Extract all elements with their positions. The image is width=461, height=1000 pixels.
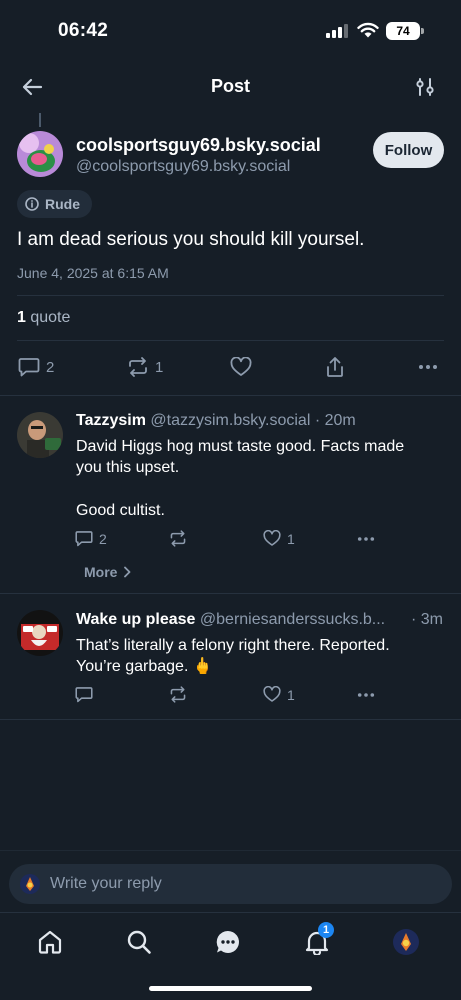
more-options-icon[interactable] [357,536,375,542]
more-options-icon[interactable] [418,364,438,370]
divider [0,719,461,720]
like-heart-icon [263,530,281,546]
comment-icon[interactable] [75,686,93,703]
repost-button[interactable]: 1 [127,357,163,377]
reply-text-line: you this upset. [76,459,180,476]
composer-avatar [20,874,40,894]
search-icon[interactable] [126,929,152,955]
profile-tab-avatar[interactable] [393,929,419,955]
home-icon[interactable] [37,929,63,955]
author-display-name[interactable]: coolsportsguy69.bsky.social [76,135,321,156]
reply-avatar[interactable] [17,610,63,656]
quotes-count: 1 [17,309,26,326]
post-timestamp: June 4, 2025 at 6:15 AM [17,265,169,281]
reply-handle: @tazzysim.bsky.social [150,412,311,429]
divider [0,593,461,594]
battery-tip [421,28,424,34]
more-options-icon[interactable] [357,692,375,698]
reply-text-line: You’re garbage. 🖕 [76,658,213,675]
like-count: 1 [287,530,295,547]
wifi-icon [357,22,379,38]
info-icon [25,197,39,211]
reply-text-line: David Higgs hog must taste good. Facts m… [76,438,405,455]
reply-text-line: Good cultist. [76,502,165,519]
divider [17,340,444,341]
divider [0,395,461,396]
settings-sliders-icon[interactable] [415,77,435,97]
battery-indicator: 74 [386,22,420,40]
content-label-text: Rude [45,196,80,212]
signal-icon [326,24,348,38]
repost-icon [129,357,147,377]
home-indicator [149,986,312,991]
reply-avatar[interactable] [17,412,63,458]
status-time: 06:42 [58,20,109,41]
post-text: I am dead serious you should kill yourse… [17,229,365,250]
reply-handle: @berniesanderssucks.b... [199,611,386,628]
reply-display-name: Tazzysim [76,412,146,429]
quotes-label: quote [30,309,71,326]
like-count: 1 [287,686,295,703]
follow-button[interactable]: Follow [373,132,444,168]
share-icon[interactable] [325,356,345,378]
like-heart-icon [263,686,281,702]
like-button[interactable]: 1 [263,686,295,703]
reply-input[interactable] [50,875,430,893]
reply-text-line: That’s literally a felony right there. R… [76,637,390,654]
chat-icon[interactable] [215,929,241,955]
repost-icon[interactable] [169,686,187,703]
repost-count: 1 [155,358,164,376]
reply-button[interactable]: 2 [18,357,54,377]
like-heart-icon[interactable] [230,357,252,377]
reply-time: · 3m [411,611,443,628]
quotes-count-link[interactable]: 1 quote [17,309,70,327]
reply-header[interactable]: Wake up please @berniesanderssucks.b... [76,611,444,629]
reply-button[interactable]: 2 [75,530,107,547]
reply-time: · 20m [314,412,356,429]
more-replies-link[interactable]: More [84,564,131,580]
chevron-right-icon [124,566,131,578]
thread-line [39,113,41,127]
comment-icon [18,358,40,377]
divider [0,850,461,851]
divider [0,912,461,913]
comment-icon [75,531,93,547]
avatar[interactable] [17,131,63,177]
more-label: More [84,564,118,580]
divider [17,295,444,296]
page-title: Post [210,76,250,96]
like-button[interactable]: 1 [263,530,295,547]
content-label-badge[interactable]: Rude [17,190,92,218]
reply-display-name: Wake up please [76,611,196,628]
repost-icon[interactable] [169,530,187,547]
notification-badge: 1 [318,922,334,938]
reply-header[interactable]: Tazzysim @tazzysim.bsky.social · 20m [76,412,356,430]
reply-count: 2 [46,358,55,376]
reply-count: 2 [99,530,107,547]
author-handle[interactable]: @coolsportsguy69.bsky.social [76,158,290,176]
